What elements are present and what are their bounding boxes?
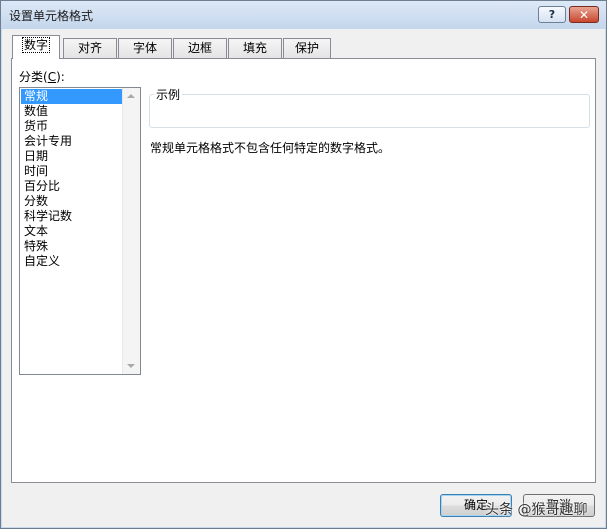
dialog-body: 数字 对齐 字体 边框 填充 保护 分类(C): 常规 数值 货币 会计专用 日…	[2, 29, 605, 527]
category-scrollbar[interactable]	[122, 88, 140, 374]
help-icon: ?	[548, 8, 556, 21]
category-list: 常规 数值 货币 会计专用 日期 时间 百分比 分数 科学记数 文本 特殊 自定…	[21, 89, 123, 269]
list-item[interactable]: 时间	[21, 164, 123, 179]
category-label: 分类(C):	[19, 70, 65, 84]
sample-groupbox: 示例	[149, 86, 590, 128]
tab-fill[interactable]: 填充	[228, 38, 282, 58]
format-cells-dialog: 设置单元格格式 ? ✕ 数字 对齐 字体 边框 填充 保护 分类(C): 常规 …	[0, 0, 607, 529]
list-item[interactable]: 日期	[21, 149, 123, 164]
list-item[interactable]: 自定义	[21, 254, 123, 269]
tab-number[interactable]: 数字	[12, 35, 60, 59]
list-item[interactable]: 科学记数	[21, 209, 123, 224]
sample-label: 示例	[154, 86, 183, 103]
tab-protection-label: 保护	[294, 41, 319, 55]
list-item[interactable]: 百分比	[21, 179, 123, 194]
tab-fill-label: 填充	[242, 41, 267, 55]
tab-alignment[interactable]: 对齐	[63, 38, 117, 58]
tab-alignment-label: 对齐	[77, 41, 102, 55]
list-item[interactable]: 文本	[21, 224, 123, 239]
list-item[interactable]: 常规	[21, 89, 123, 104]
tab-border-label: 边框	[187, 41, 212, 55]
scroll-down-icon[interactable]	[127, 364, 135, 368]
close-button[interactable]: ✕	[569, 6, 599, 23]
help-button[interactable]: ?	[538, 6, 566, 23]
close-icon: ✕	[578, 7, 590, 22]
title-bar: 设置单元格格式 ? ✕	[1, 1, 606, 29]
list-item[interactable]: 数值	[21, 104, 123, 119]
list-item[interactable]: 特殊	[21, 239, 123, 254]
list-item[interactable]: 分数	[21, 194, 123, 209]
number-tab-panel: 分类(C): 常规 数值 货币 会计专用 日期 时间 百分比 分数 科学记数 文…	[11, 58, 596, 483]
category-listbox[interactable]: 常规 数值 货币 会计专用 日期 时间 百分比 分数 科学记数 文本 特殊 自定…	[19, 87, 141, 375]
watermark: 头条 @猴哥趣聊	[485, 502, 588, 518]
tab-border[interactable]: 边框	[173, 38, 227, 58]
tab-number-label: 数字	[21, 37, 50, 53]
list-item[interactable]: 货币	[21, 119, 123, 134]
scroll-up-icon[interactable]	[127, 94, 135, 98]
tab-font[interactable]: 字体	[118, 38, 172, 58]
dialog-title: 设置单元格格式	[9, 9, 94, 23]
tab-protection[interactable]: 保护	[283, 38, 331, 58]
format-description: 常规单元格格式不包含任何特定的数字格式。	[150, 141, 391, 155]
list-item[interactable]: 会计专用	[21, 134, 123, 149]
tab-font-label: 字体	[132, 41, 157, 55]
